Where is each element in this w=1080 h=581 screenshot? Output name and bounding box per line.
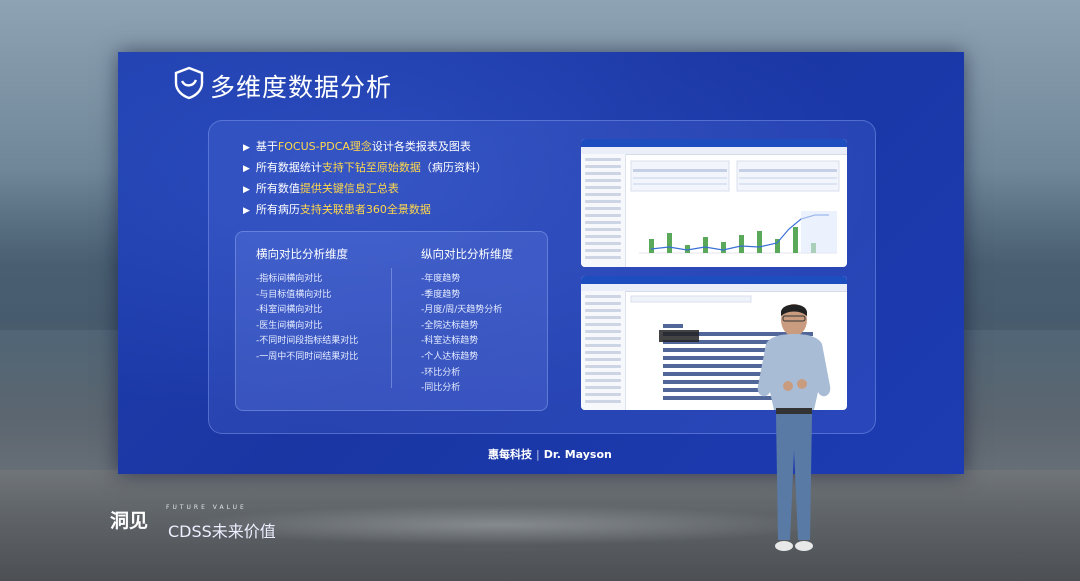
dimension-box: 横向对比分析维度 -指标间横向对比 -与目标值横向对比 -科室间横向对比 -医生… xyxy=(235,231,548,411)
list-item: -个人达标趋势 xyxy=(421,351,479,362)
vertical-dimensions: 纵向对比分析维度 -年度趋势 -季度趋势 -月度/周/天趋势分析 -全院达标趋势… xyxy=(421,246,513,397)
triangle-icon: ▶ xyxy=(243,206,250,216)
bullet-item: ▶ 所有病历支持关联患者360全景数据 xyxy=(243,200,487,221)
event-brand-sub: CDSS未来价值 xyxy=(168,522,276,541)
list-item: -环比分析 xyxy=(421,367,461,378)
list-item: -一周中不同时间结果对比 xyxy=(256,351,359,362)
shield-logo-icon xyxy=(174,66,204,100)
list-item: -不同时间段指标结果对比 xyxy=(256,336,359,347)
mini-dashboard xyxy=(630,160,840,254)
slide-title: 多维度数据分析 xyxy=(210,73,393,102)
list-item: -科室间横向对比 xyxy=(256,305,323,316)
event-brand-tagline: FUTURE VALUE xyxy=(166,504,247,511)
list-item: -月度/周/天趋势分析 xyxy=(421,305,503,316)
presenter-figure xyxy=(757,304,831,551)
bullet-item: ▶ 所有数值提供关键信息汇总表 xyxy=(243,179,487,200)
triangle-icon: ▶ xyxy=(243,164,250,174)
horizontal-dimensions: 横向对比分析维度 -指标间横向对比 -与目标值横向对比 -科室间横向对比 -医生… xyxy=(256,246,358,366)
triangle-icon: ▶ xyxy=(243,185,250,195)
list-item: -科室达标趋势 xyxy=(421,336,479,347)
floor-reflection xyxy=(180,505,820,545)
bullet-item: ▶ 所有数据统计支持下钻至原始数据（病历资料） xyxy=(243,158,487,179)
feature-bullets: ▶ 基于FOCUS-PDCA理念设计各类报表及图表 ▶ 所有数据统计支持下钻至原始数… xyxy=(243,137,487,221)
vertical-heading: 纵向对比分析维度 xyxy=(421,247,513,261)
list-item: -同比分析 xyxy=(421,383,461,394)
bullet-item: ▶ 基于FOCUS-PDCA理念设计各类报表及图表 xyxy=(243,137,487,158)
software-screenshot-trend xyxy=(581,139,847,267)
list-item: -全院达标趋势 xyxy=(421,320,479,331)
event-brand-cn: 洞见 xyxy=(110,510,149,532)
list-item: -年度趋势 xyxy=(421,274,461,284)
list-item: -季度趋势 xyxy=(421,289,461,300)
list-item: -医生间横向对比 xyxy=(256,320,323,331)
list-item: -与目标值横向对比 xyxy=(256,289,332,300)
triangle-icon: ▶ xyxy=(243,143,250,153)
company-logo: 惠每科技 | Dr. Mayson xyxy=(488,448,612,461)
column-divider xyxy=(391,268,392,388)
list-item: -指标间横向对比 xyxy=(256,274,323,284)
horizontal-heading: 横向对比分析维度 xyxy=(256,247,348,261)
